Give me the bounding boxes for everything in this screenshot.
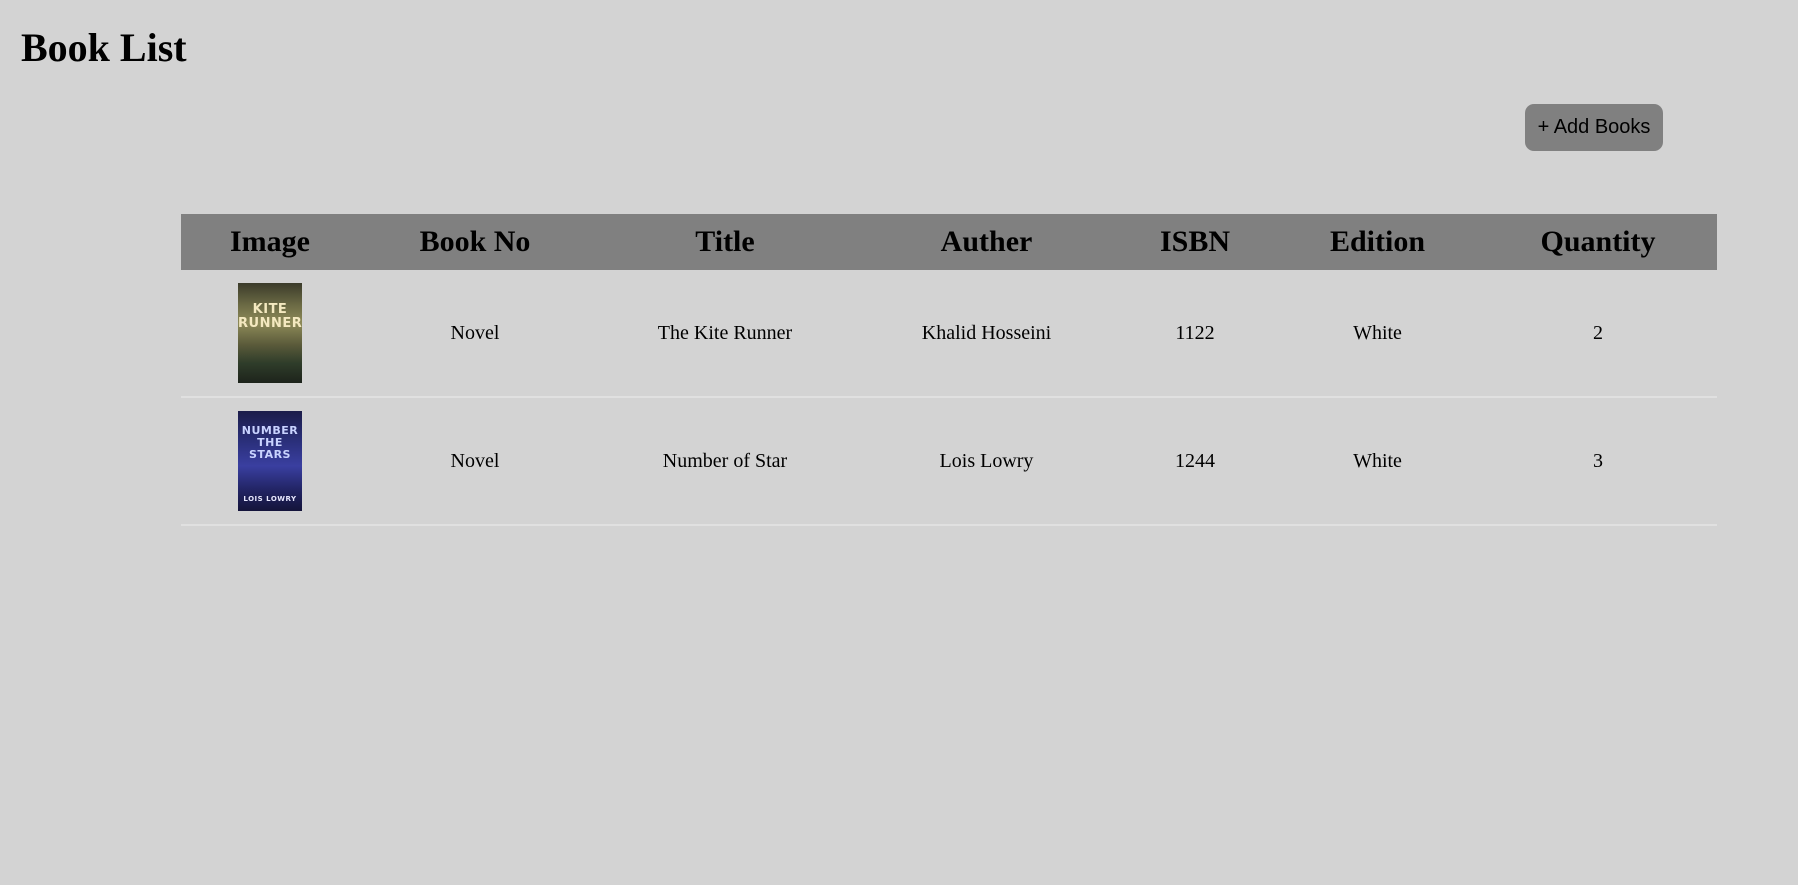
cell-book-no: Novel [359,270,591,398]
cell-author: Khalid Hosseini [859,270,1114,398]
header-book-no: Book No [359,214,591,270]
header-image: Image [181,214,359,270]
table-header-row: Image Book No Title Auther ISBN Edition … [181,214,1717,270]
page-title: Book List [21,25,187,70]
cell-image: KITE RUNNER [181,270,359,398]
header-title: Title [591,214,859,270]
add-books-button[interactable]: + Add Books [1525,104,1663,151]
cell-isbn: 1244 [1114,397,1276,526]
table-row: KITE RUNNER Novel The Kite Runner Khalid… [181,270,1717,398]
header-isbn: ISBN [1114,214,1276,270]
cell-edition: White [1276,270,1479,398]
cell-quantity: 3 [1479,397,1717,526]
cell-book-no: Novel [359,397,591,526]
cover-title: NUMBER THE STARS [241,424,299,461]
table-row: NUMBER THE STARS LOIS LOWRY Novel Number… [181,397,1717,526]
books-table: Image Book No Title Auther ISBN Edition … [181,214,1717,526]
cell-title: The Kite Runner [591,270,859,398]
cell-author: Lois Lowry [859,397,1114,526]
book-cover-image: KITE RUNNER [238,283,302,383]
cell-edition: White [1276,397,1479,526]
header-quantity: Quantity [1479,214,1717,270]
book-cover-image: NUMBER THE STARS LOIS LOWRY [238,411,302,511]
cell-isbn: 1122 [1114,270,1276,398]
cover-title: KITE RUNNER [238,302,302,331]
cover-author: LOIS LOWRY [243,495,297,503]
cell-title: Number of Star [591,397,859,526]
header-author: Auther [859,214,1114,270]
cell-quantity: 2 [1479,270,1717,398]
header-edition: Edition [1276,214,1479,270]
cell-image: NUMBER THE STARS LOIS LOWRY [181,397,359,526]
